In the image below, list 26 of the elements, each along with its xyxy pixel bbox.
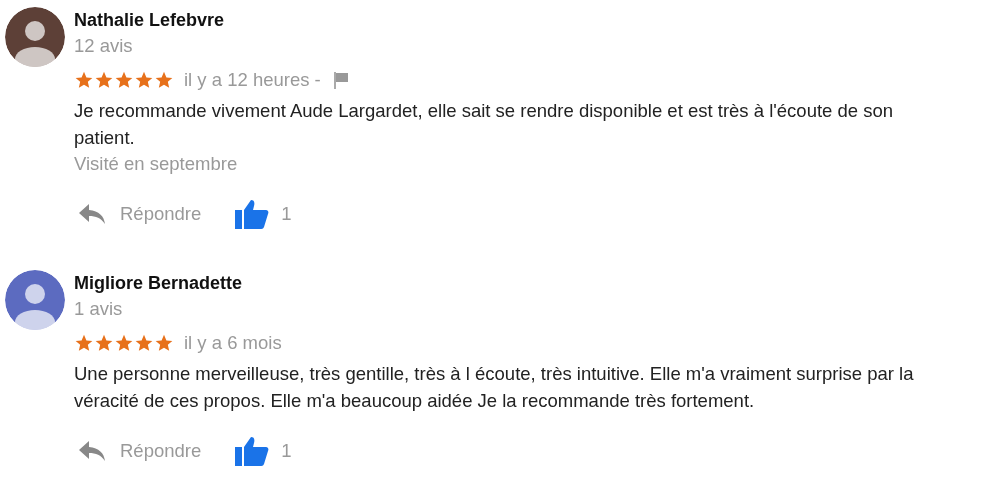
star-icon: [114, 333, 134, 353]
review-text: Je recommande vivement Aude Largardet, elle sait se rendre disponible et est très à l'écoute de son patient.: [74, 99, 895, 150]
thumbs-up-icon[interactable]: [235, 199, 270, 229]
star-icon: [74, 70, 94, 90]
like-count: 1: [281, 203, 292, 225]
star-icon: [134, 70, 154, 90]
reviewer-name[interactable]: Migliore Bernadette: [74, 270, 954, 296]
review-count: 12 avis: [74, 34, 134, 58]
visit-date: Visité en septembre: [74, 152, 239, 176]
reviewer-name[interactable]: Nathalie Lefebvre: [74, 7, 954, 33]
star-icon: [94, 333, 114, 353]
reply-icon[interactable]: [78, 203, 106, 225]
review-time: il y a 12 heures -: [184, 69, 321, 91]
review-text: Une personne merveilleuse, très gentille, très à l écoute, très intuitive. Elle m'a vraiment surprise par la véracité de ces propos. Elle m'a beaucoup aidée Je la recommande très fortement.: [74, 362, 915, 413]
star-icon: [154, 333, 174, 353]
star-icon: [134, 333, 154, 353]
review-count: 1 avis: [74, 297, 124, 321]
review-time: il y a 6 mois: [184, 332, 282, 354]
reply-icon[interactable]: [78, 440, 106, 462]
flag-icon[interactable]: [332, 71, 349, 89]
star-icon: [114, 70, 134, 90]
like-count: 1: [281, 440, 292, 462]
star-icon: [154, 70, 174, 90]
star-icon: [94, 70, 114, 90]
star-icon: [74, 333, 94, 353]
thumbs-up-icon[interactable]: [235, 436, 270, 466]
